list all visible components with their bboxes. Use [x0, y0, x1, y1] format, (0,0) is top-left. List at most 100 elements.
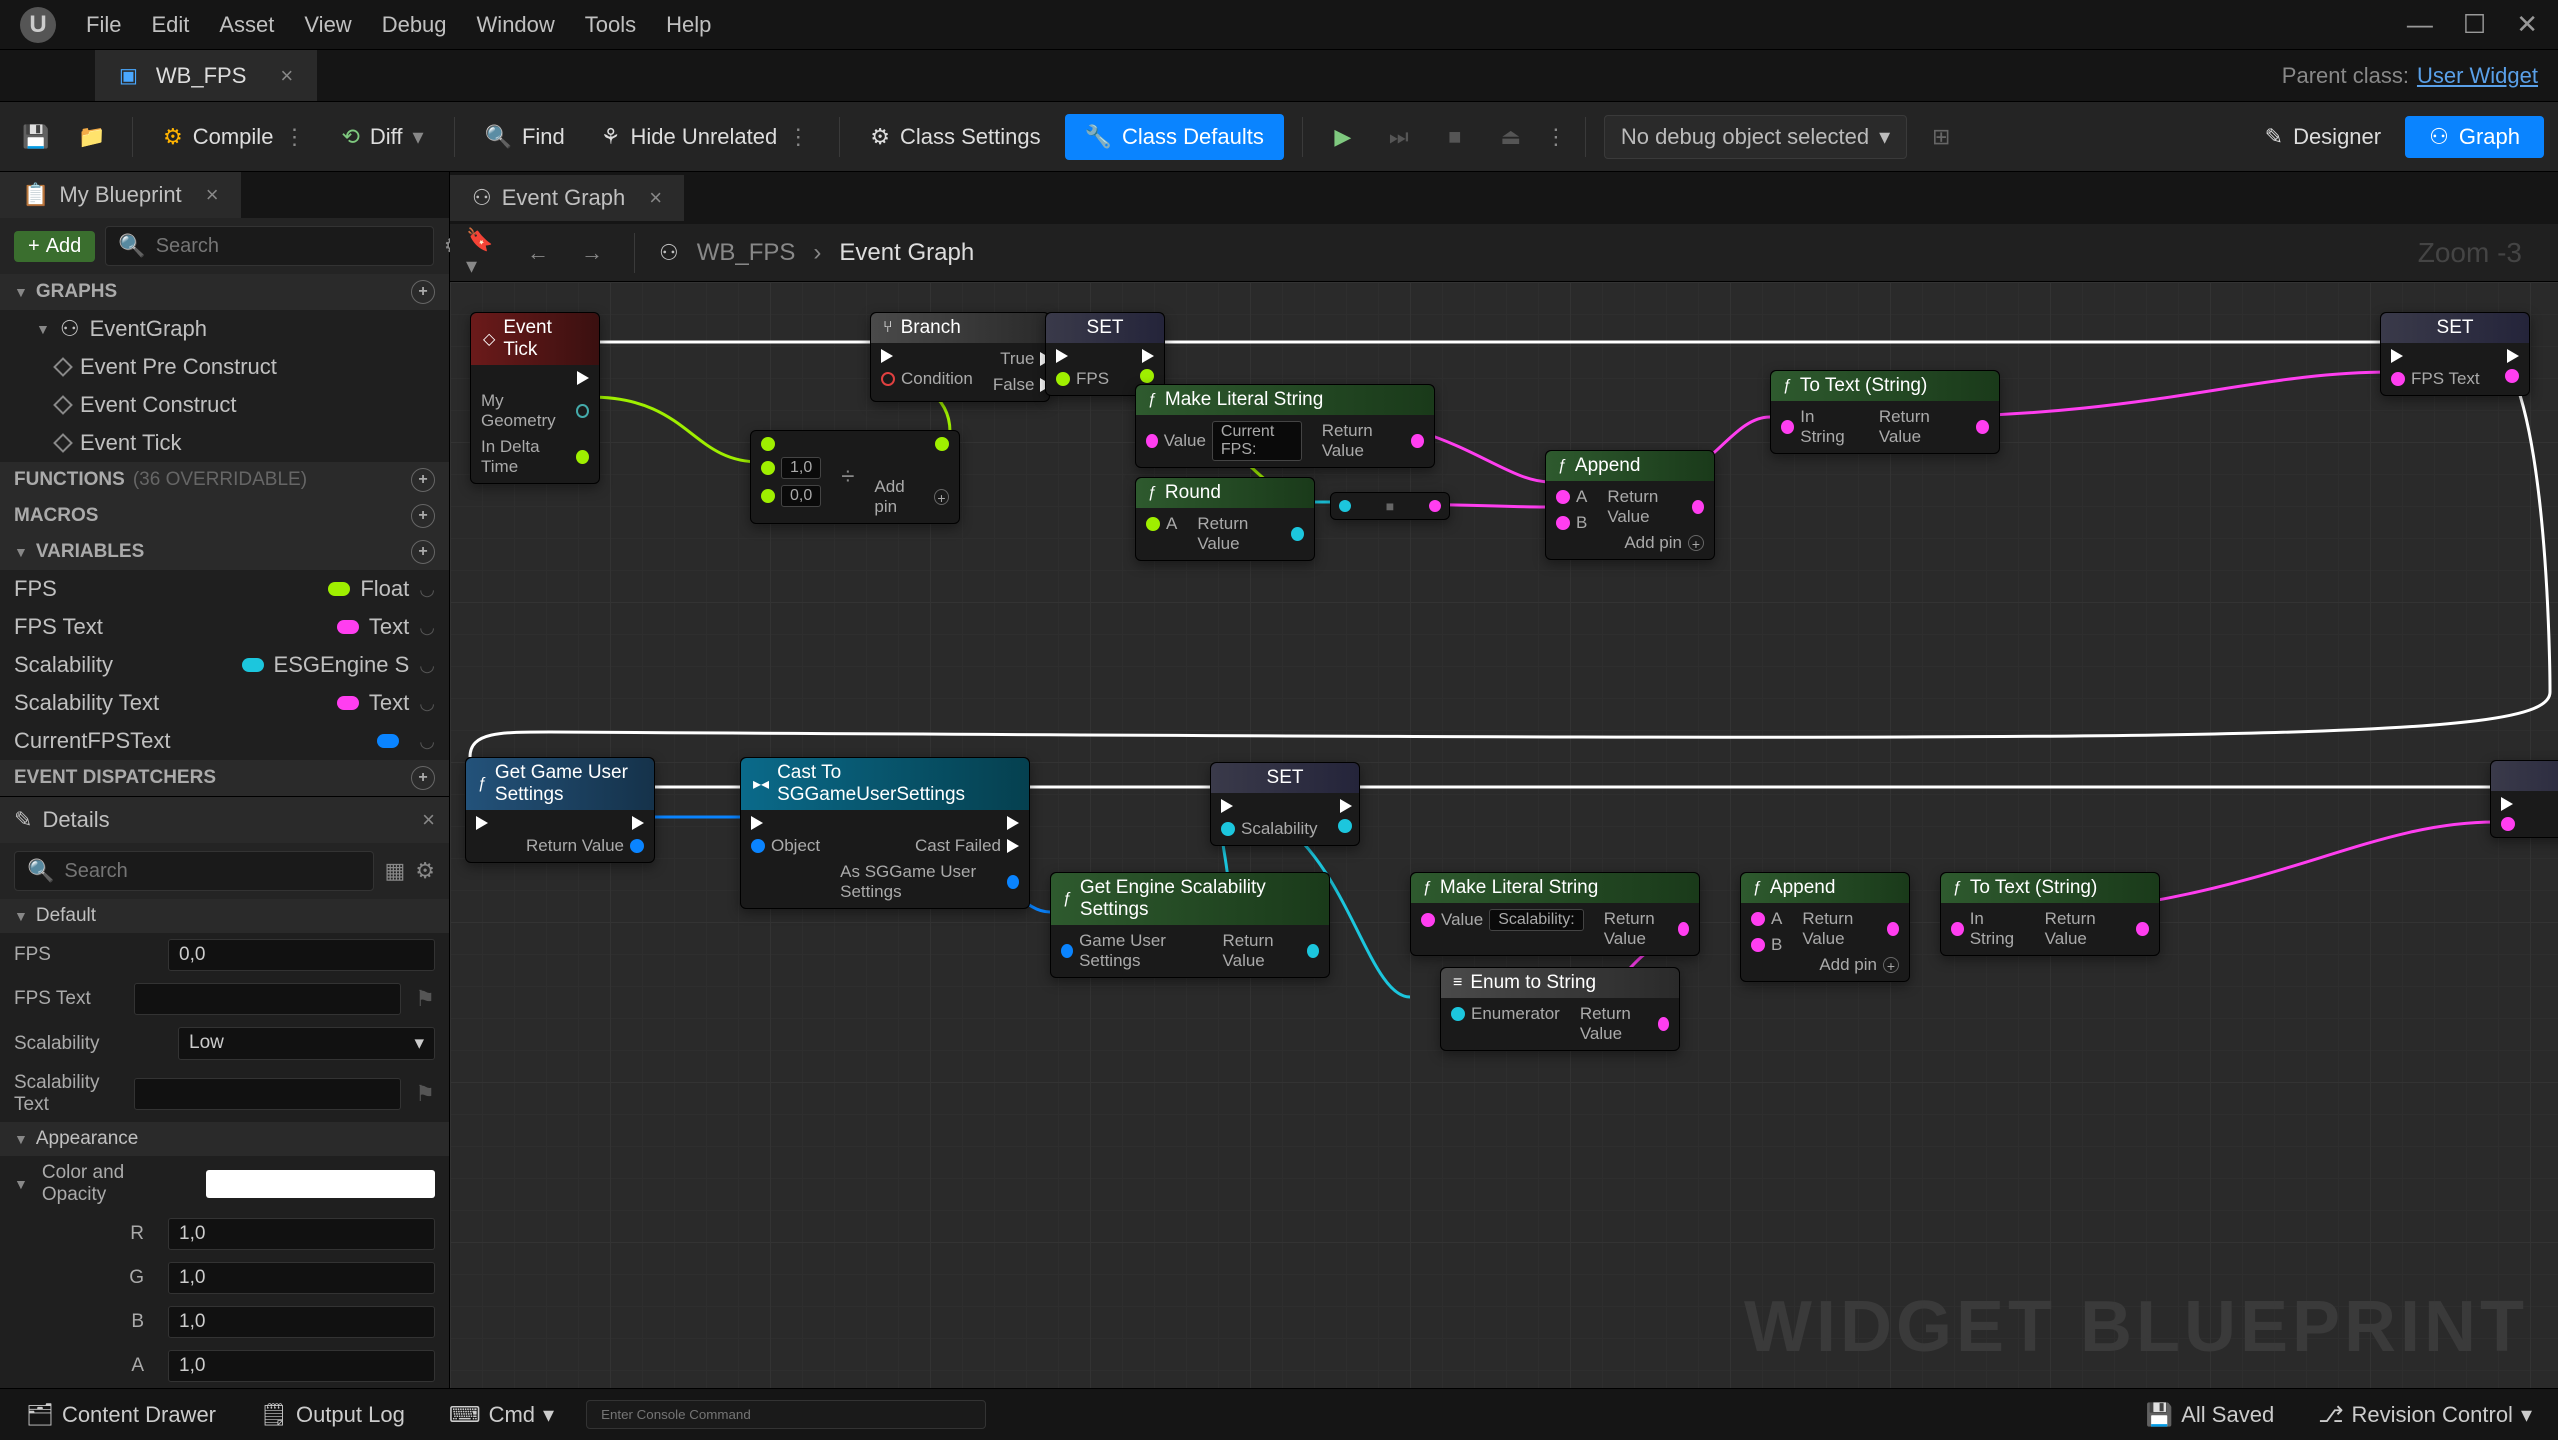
- exec-in-pin[interactable]: [476, 816, 488, 830]
- exec-out-pin[interactable]: [2507, 349, 2519, 363]
- pin-out[interactable]: Return Value: [1879, 407, 1989, 447]
- reset-icon[interactable]: ⚑: [415, 986, 435, 1012]
- output-log-button[interactable]: 🗒Output Log: [248, 1396, 417, 1434]
- pin-out[interactable]: [1338, 819, 1352, 833]
- node-set-scalability-text[interactable]: SET Scalability Text: [2490, 760, 2558, 838]
- graph-root[interactable]: ▼ ⚇ EventGraph: [0, 310, 449, 348]
- graph-canvas[interactable]: ◇Event Tick My Geometry In Delta Time 1,…: [450, 282, 2558, 1388]
- pin-in[interactable]: Enumerator: [1451, 1004, 1560, 1024]
- event-item[interactable]: Event Pre Construct: [0, 348, 449, 386]
- pin-b[interactable]: B: [1556, 513, 1587, 533]
- pin-out[interactable]: Return Value: [1580, 1004, 1669, 1044]
- pin-object[interactable]: Object: [751, 836, 820, 856]
- exec-out-pin[interactable]: [632, 816, 644, 830]
- node-get-user-settings[interactable]: ƒGet Game User Settings Return Value: [465, 757, 655, 863]
- close-icon[interactable]: ×: [649, 185, 662, 211]
- graph-home-icon[interactable]: ⚇: [659, 240, 679, 266]
- variable-row[interactable]: ScalabilityESGEngine S◡: [0, 646, 449, 684]
- pin-a[interactable]: A: [1751, 909, 1782, 929]
- pin-out[interactable]: [935, 437, 949, 451]
- variable-row[interactable]: CurrentFPSText◡: [0, 722, 449, 760]
- pin-in[interactable]: A: [1146, 514, 1177, 534]
- pin-value[interactable]: ValueCurrent FPS:: [1146, 421, 1302, 461]
- menu-edit[interactable]: Edit: [151, 12, 189, 38]
- node-branch[interactable]: ⑂Branch Condition True False: [870, 312, 1050, 402]
- eject-button[interactable]: ⏏: [1489, 115, 1533, 159]
- node-append-1[interactable]: ƒAppend A B Return Value Add pin+: [1545, 450, 1715, 560]
- visibility-icon[interactable]: ◡: [419, 617, 435, 638]
- back-button[interactable]: ←: [520, 235, 556, 271]
- breadcrumb-root[interactable]: WB_FPS: [697, 239, 796, 267]
- compile-button[interactable]: ⚙ Compile⋮: [151, 116, 317, 158]
- minimize-icon[interactable]: —: [2407, 9, 2433, 40]
- variable-row[interactable]: FPS TextText◡: [0, 608, 449, 646]
- menu-view[interactable]: View: [304, 12, 351, 38]
- visibility-icon[interactable]: ◡: [419, 655, 435, 676]
- cmd-button[interactable]: ⌨Cmd▾: [437, 1396, 566, 1434]
- pin-value[interactable]: ValueScalability:: [1421, 909, 1584, 931]
- node-set-scalability[interactable]: SET Scalability: [1210, 762, 1360, 846]
- browse-button[interactable]: 📁: [70, 115, 114, 159]
- pin-out[interactable]: [2505, 369, 2519, 383]
- find-button[interactable]: 🔍 Find: [473, 116, 577, 158]
- menu-asset[interactable]: Asset: [219, 12, 274, 38]
- event-item[interactable]: Event Tick: [0, 424, 449, 462]
- node-set-fpstext[interactable]: SET FPS Text: [2380, 312, 2530, 396]
- add-variable-icon[interactable]: +: [411, 540, 435, 564]
- pin-in[interactable]: In String: [1781, 407, 1859, 447]
- debug-object-dropdown[interactable]: No debug object selected ▾: [1604, 115, 1907, 159]
- search-input[interactable]: 🔍: [105, 226, 433, 266]
- maximize-icon[interactable]: ☐: [2463, 9, 2486, 40]
- pin-out[interactable]: Return Value: [1802, 909, 1899, 949]
- close-icon[interactable]: ×: [422, 807, 435, 833]
- pin-out[interactable]: Return Value: [1223, 931, 1319, 971]
- exec-out-pin[interactable]: [577, 371, 589, 385]
- visibility-icon[interactable]: ◡: [419, 693, 435, 714]
- variable-row[interactable]: FPSFloat◡: [0, 570, 449, 608]
- add-pin[interactable]: Add pin+: [1624, 533, 1704, 553]
- section-macros[interactable]: MACROS +: [0, 498, 449, 534]
- add-graph-icon[interactable]: +: [411, 280, 435, 304]
- node-get-engine-scalability[interactable]: ƒGet Engine Scalability Settings Game Us…: [1050, 872, 1330, 978]
- filter-icon[interactable]: ▦: [384, 858, 405, 884]
- graph-button[interactable]: ⚇ Graph: [2405, 116, 2544, 158]
- pin-var[interactable]: FPS Text: [2391, 369, 2480, 389]
- pin-in[interactable]: [761, 437, 821, 451]
- bookmark-button[interactable]: 🔖▾: [466, 235, 502, 271]
- tab-wb-fps[interactable]: ▣ WB_FPS ×: [95, 50, 317, 101]
- event-item[interactable]: Event Construct: [0, 386, 449, 424]
- menu-tools[interactable]: Tools: [585, 12, 636, 38]
- section-dispatchers[interactable]: EVENT DISPATCHERS +: [0, 760, 449, 796]
- node-append-2[interactable]: ƒAppend A B Return Value Add pin+: [1740, 872, 1910, 982]
- pin-out[interactable]: My Geometry: [481, 391, 589, 431]
- menu-file[interactable]: File: [86, 12, 121, 38]
- save-button[interactable]: 💾: [14, 115, 58, 159]
- section-graphs[interactable]: ▼ GRAPHS +: [0, 274, 449, 310]
- node-enum-to-string[interactable]: ≡Enum to String Enumerator Return Value: [1440, 967, 1680, 1051]
- exec-in-pin[interactable]: [751, 816, 820, 830]
- pin-condition[interactable]: Condition: [881, 369, 973, 389]
- exec-in-pin[interactable]: [1056, 349, 1109, 363]
- menu-window[interactable]: Window: [477, 12, 555, 38]
- parent-class-link[interactable]: User Widget: [2417, 63, 2538, 89]
- prop-input[interactable]: [168, 1218, 435, 1250]
- class-settings-button[interactable]: ⚙ Class Settings: [858, 116, 1052, 158]
- details-search[interactable]: 🔍: [14, 851, 374, 891]
- locate-button[interactable]: ⊞: [1919, 115, 1963, 159]
- hide-unrelated-button[interactable]: ⚘ Hide Unrelated⋮: [589, 116, 821, 158]
- add-macro-icon[interactable]: +: [411, 504, 435, 528]
- close-tab-icon[interactable]: ×: [280, 63, 293, 89]
- prop-group-appearance[interactable]: ▼Appearance: [0, 1122, 449, 1156]
- add-pin[interactable]: Add pin+: [1819, 955, 1899, 975]
- pin-a[interactable]: A: [1556, 487, 1587, 507]
- visibility-icon[interactable]: ◡: [419, 579, 435, 600]
- forward-button[interactable]: →: [574, 235, 610, 271]
- add-dispatcher-icon[interactable]: +: [411, 766, 435, 790]
- menu-help[interactable]: Help: [666, 12, 711, 38]
- class-defaults-button[interactable]: 🔧 Class Defaults: [1065, 114, 1284, 160]
- pin-var[interactable]: [2501, 817, 2515, 831]
- exec-out-pin[interactable]: [1340, 799, 1352, 813]
- pin-as[interactable]: As SGGame User Settings: [840, 862, 1019, 902]
- reset-icon[interactable]: ⚑: [415, 1081, 435, 1107]
- stop-button[interactable]: ■: [1433, 115, 1477, 159]
